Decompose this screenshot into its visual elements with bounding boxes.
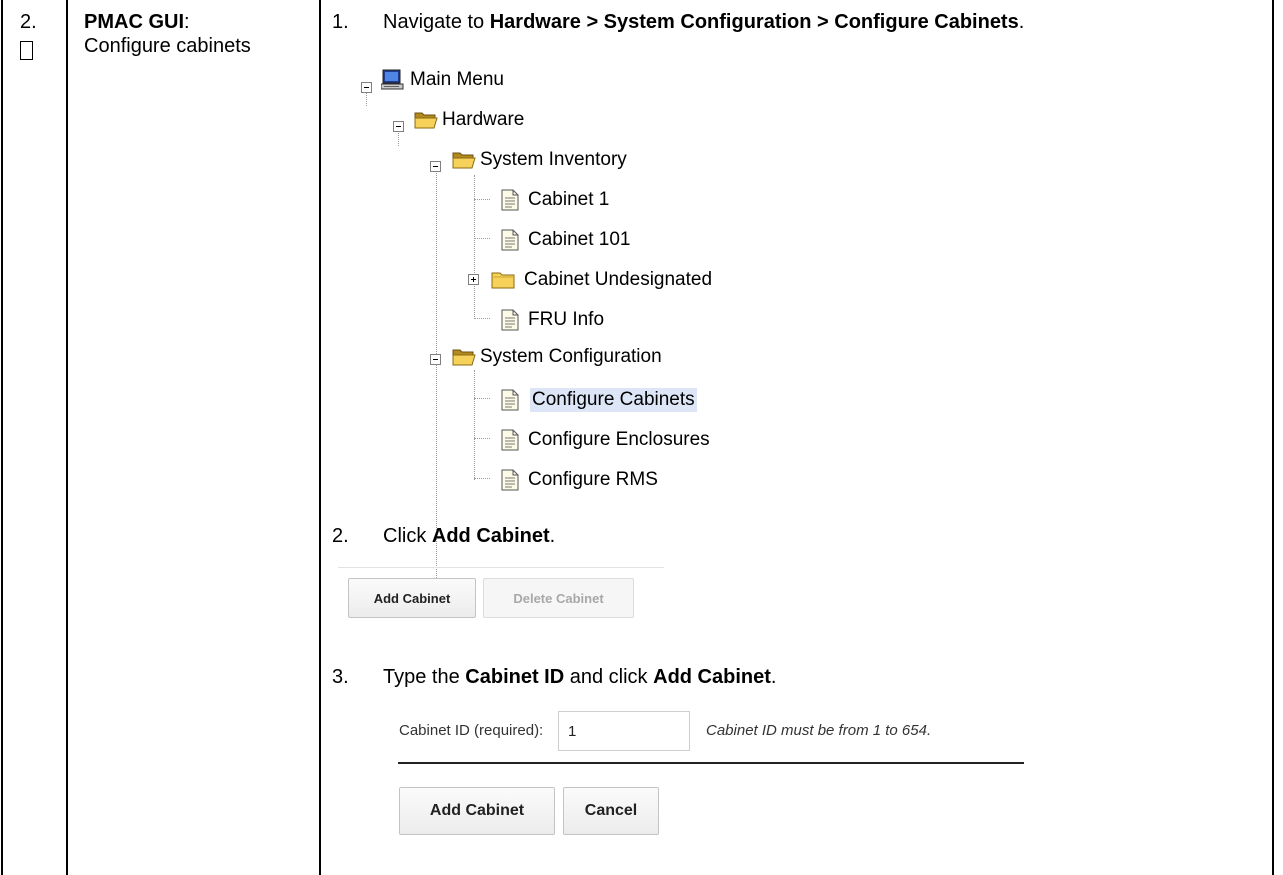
toolbar-divider — [338, 567, 664, 568]
document-icon — [501, 469, 519, 491]
step-number: 2. — [20, 11, 37, 33]
tree-item-label: System Configuration — [480, 346, 662, 367]
tree-item-label: System Inventory — [480, 149, 627, 170]
computer-icon — [381, 69, 404, 90]
tree-item-label: Hardware — [442, 109, 525, 130]
tree-connector — [474, 398, 490, 399]
table-divider-1 — [66, 0, 68, 875]
table-border-left — [1, 0, 3, 875]
expand-icon[interactable] — [468, 274, 479, 285]
instruction-1-text: Navigate to Hardware > System Configurat… — [383, 11, 1025, 33]
add-cabinet-button[interactable]: Add Cabinet — [348, 578, 476, 618]
tree-connector — [474, 438, 490, 439]
collapse-icon[interactable] — [430, 354, 441, 365]
step-subtitle: Configure cabinets — [84, 35, 251, 57]
tree-item-main-menu[interactable]: Main Menu — [381, 68, 504, 92]
delete-cabinet-button[interactable]: Delete Cabinet — [483, 578, 634, 618]
cabinet-id-input[interactable]: 1 — [558, 711, 690, 751]
tree-connector — [474, 318, 490, 319]
tree-item-cabinet-1[interactable]: Cabinet 1 — [500, 188, 609, 212]
cabinet-id-label: Cabinet ID (required): — [399, 722, 544, 739]
step-checkbox[interactable] — [20, 41, 33, 60]
collapse-icon[interactable] — [361, 82, 372, 93]
tree-item-cabinet-undesignated[interactable]: Cabinet Undesignated — [490, 268, 712, 292]
add-cabinet-submit-button[interactable]: Add Cabinet — [399, 787, 555, 835]
tree-item-label: Cabinet 1 — [528, 189, 610, 210]
tree-connector — [474, 370, 475, 480]
step-title-bold: PMAC GUI — [84, 11, 184, 33]
tree-item-label: Configure Enclosures — [528, 429, 710, 450]
tree-connector — [474, 238, 490, 239]
document-icon — [501, 429, 519, 451]
tree-connector — [474, 175, 475, 317]
instruction-2-number: 2. — [332, 525, 349, 547]
tree-item-label-selected: Configure Cabinets — [530, 388, 697, 412]
tree-item-configure-enclosures[interactable]: Configure Enclosures — [500, 428, 710, 452]
table-border-right — [1272, 0, 1274, 875]
table-divider-2 — [319, 0, 321, 875]
tree-item-label: FRU Info — [528, 309, 605, 330]
open-folder-icon — [452, 349, 476, 366]
tree-item-hardware[interactable]: Hardware — [414, 108, 524, 132]
form-divider — [398, 762, 1024, 764]
instruction-1-number: 1. — [332, 11, 349, 33]
document-icon — [501, 229, 519, 251]
tree-item-label: Main Menu — [410, 69, 504, 90]
open-folder-icon — [414, 112, 438, 129]
step-title: PMAC GUI: — [84, 11, 190, 33]
tree-item-system-inventory[interactable]: System Inventory — [452, 148, 627, 172]
cabinet-id-hint: Cabinet ID must be from 1 to 654. — [706, 722, 932, 739]
tree-item-label: Configure RMS — [528, 469, 658, 490]
open-folder-icon — [452, 152, 476, 169]
instruction-3-number: 3. — [332, 666, 349, 688]
folder-icon — [491, 272, 515, 289]
cancel-button[interactable]: Cancel — [563, 787, 659, 835]
document-icon — [501, 309, 519, 331]
tree-item-label: Cabinet Undesignated — [524, 269, 713, 290]
tree-item-system-configuration[interactable]: System Configuration — [452, 345, 662, 369]
instruction-2-text: Click Add Cabinet. — [383, 525, 556, 547]
tree-item-configure-cabinets[interactable]: Configure Cabinets — [500, 388, 697, 412]
document-icon — [501, 189, 519, 211]
document-icon — [501, 389, 519, 411]
tree-connector — [474, 478, 490, 479]
collapse-icon[interactable] — [430, 161, 441, 172]
tree-item-label: Cabinet 101 — [528, 229, 631, 250]
tree-connector — [474, 199, 490, 200]
tree-item-fru-info[interactable]: FRU Info — [500, 308, 604, 332]
tree-item-cabinet-101[interactable]: Cabinet 101 — [500, 228, 630, 252]
tree-item-configure-rms[interactable]: Configure RMS — [500, 468, 658, 492]
instruction-3-text: Type the Cabinet ID and click Add Cabine… — [383, 666, 777, 688]
collapse-icon[interactable] — [393, 121, 404, 132]
